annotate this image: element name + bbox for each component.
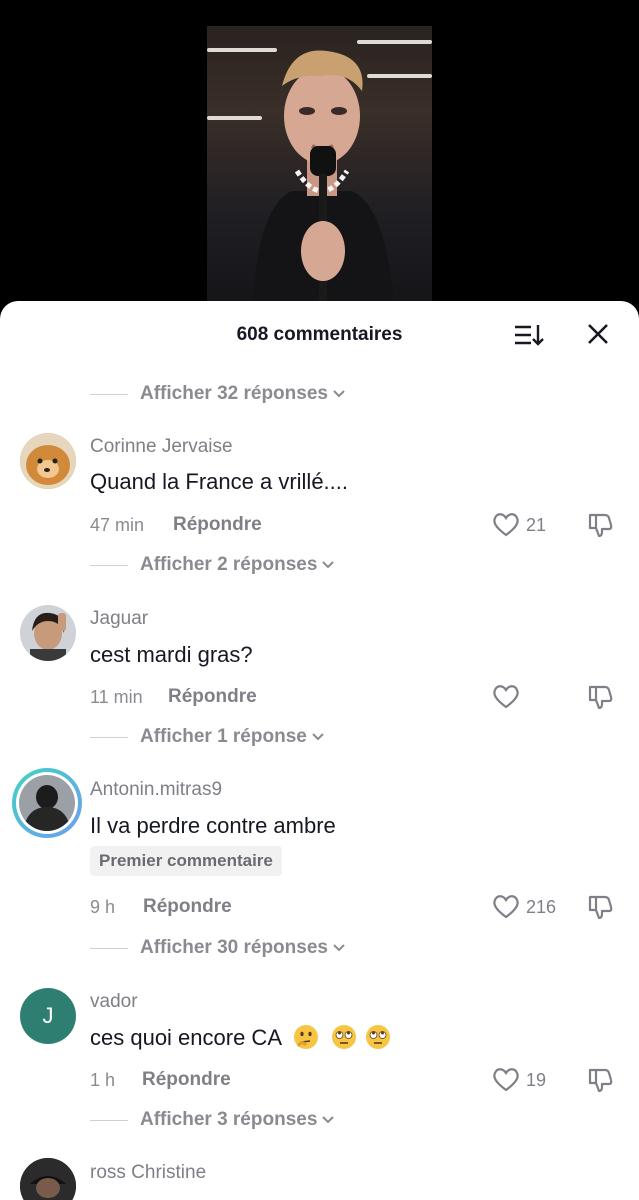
comment-text: ces quoi encore CA (90, 1025, 281, 1050)
heart-icon[interactable] (492, 511, 520, 537)
chevron-down-icon (322, 1116, 335, 1124)
first-comment-badge: Premier commentaire (90, 846, 282, 876)
comment-time: 9 h (90, 897, 116, 917)
divider-line (90, 736, 128, 738)
close-icon[interactable] (585, 321, 611, 347)
comment-text: cest mardi gras? (90, 642, 253, 667)
reply-button[interactable]: Répondre (173, 514, 262, 536)
chevron-down-icon (322, 561, 335, 569)
comment-text-row: ces quoi encore CA (90, 1024, 391, 1051)
divider-line (90, 1119, 128, 1121)
comment-text: Il va perdre contre ambre (90, 813, 336, 838)
avatar-letter: J (42, 1003, 54, 1028)
comment-time: 1 h (90, 1070, 116, 1090)
divider-line (90, 564, 128, 566)
view-replies-label: Afficher 2 réponses (140, 554, 318, 575)
reply-button[interactable]: Répondre (143, 896, 232, 918)
person-avatar-image (19, 775, 75, 831)
like-count: 216 (526, 897, 557, 917)
reply-button[interactable]: Répondre (142, 1069, 231, 1091)
comment-username[interactable]: Antonin.mitras9 (90, 779, 222, 801)
thinking-emoji (293, 1025, 318, 1049)
heart-icon[interactable] (492, 683, 520, 709)
comments-sheet: 608 commentaires Afficher 32 réponses Co… (0, 301, 639, 1200)
dislike-icon[interactable] (586, 893, 614, 921)
divider-line (90, 947, 128, 949)
comment-username[interactable]: Corinne Jervaise (90, 436, 233, 458)
sort-icon[interactable] (514, 323, 544, 347)
eye-roll-emoji (332, 1025, 357, 1049)
view-replies-button[interactable]: Afficher 2 réponses (90, 553, 335, 577)
person-avatar-image (20, 1158, 76, 1200)
chevron-down-icon (333, 944, 345, 952)
video-preview[interactable] (207, 26, 432, 311)
heart-icon[interactable] (492, 893, 520, 919)
comments-header: 608 commentaires (0, 301, 639, 365)
eye-roll-emoji (366, 1025, 391, 1049)
dislike-icon[interactable] (586, 683, 614, 711)
view-replies-button[interactable]: Afficher 32 réponses (90, 382, 346, 406)
person-with-microphone (252, 50, 395, 311)
avatar[interactable] (20, 433, 76, 489)
like-count: 19 (526, 1070, 547, 1090)
like-count: 21 (526, 515, 547, 535)
dog-avatar-image (20, 433, 76, 489)
avatar[interactable] (20, 1158, 76, 1200)
comment-time: 11 min (90, 687, 143, 707)
divider-line (90, 393, 128, 395)
view-replies-label: Afficher 3 réponses (140, 1109, 318, 1130)
comment-username[interactable]: ross Christine (90, 1162, 206, 1184)
view-replies-button[interactable]: Afficher 30 réponses (90, 936, 346, 960)
reply-button[interactable]: Répondre (168, 686, 257, 708)
view-replies-label: Afficher 1 réponse (140, 726, 307, 747)
comment-time: 47 min (90, 515, 145, 535)
dislike-icon[interactable] (586, 1066, 614, 1094)
view-replies-button[interactable]: Afficher 3 réponses (90, 1108, 335, 1132)
heart-icon[interactable] (492, 1066, 520, 1092)
dislike-icon[interactable] (586, 511, 614, 539)
avatar-story-ring[interactable] (12, 768, 82, 838)
view-replies-label: Afficher 30 réponses (140, 937, 328, 958)
avatar[interactable]: J (20, 988, 76, 1044)
view-replies-button[interactable]: Afficher 1 réponse (90, 725, 325, 749)
comment-username[interactable]: Jaguar (90, 608, 148, 630)
chevron-down-icon (312, 733, 324, 741)
person-avatar-image (20, 605, 76, 661)
view-replies-label: Afficher 32 réponses (140, 383, 328, 404)
chevron-down-icon (333, 390, 345, 398)
avatar[interactable] (20, 605, 76, 661)
comment-username[interactable]: vador (90, 991, 138, 1013)
stage-light (357, 40, 432, 44)
comment-text: Quand la France a vrillé.... (90, 469, 349, 494)
